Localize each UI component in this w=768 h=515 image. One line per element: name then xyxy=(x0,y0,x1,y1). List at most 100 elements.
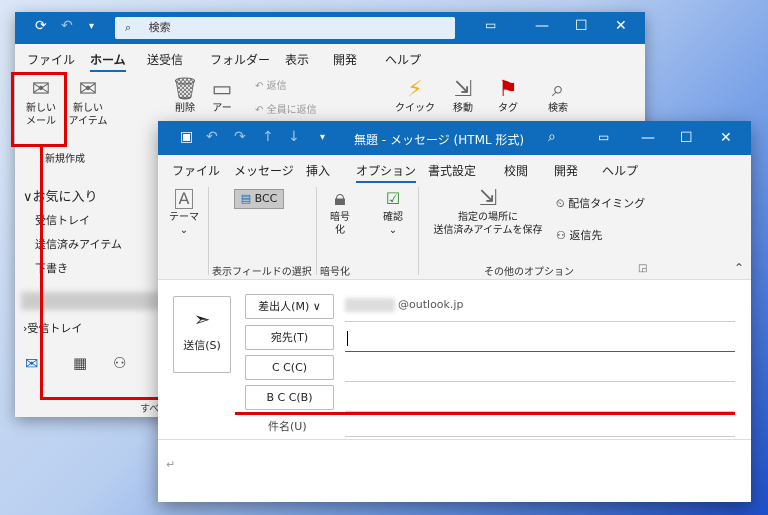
reply-to-label: 返信先 xyxy=(569,229,603,242)
send-label: 送信(S) xyxy=(183,339,221,352)
undo-icon[interactable]: ↶ xyxy=(61,18,73,34)
tab-send-receive[interactable]: 送受信 xyxy=(147,51,183,68)
tab-options[interactable]: オプション xyxy=(356,162,417,183)
bcc-button[interactable]: B C C(B) xyxy=(245,385,334,410)
tags-button[interactable]: ⚑ タグ xyxy=(493,78,523,115)
theme-button[interactable]: A テーマ ⌄ xyxy=(166,187,202,237)
save-icon[interactable]: ▣ xyxy=(180,129,193,145)
from-label: 差出人(M) xyxy=(258,300,310,313)
tab-home[interactable]: ホーム xyxy=(90,51,126,72)
group-show-fields-label: 表示フィールドの選択 xyxy=(212,267,312,278)
compose-title: 無題 - メッセージ (HTML 形式) xyxy=(354,133,525,147)
tab-help[interactable]: ヘルプ xyxy=(385,51,421,68)
subject-input[interactable] xyxy=(345,436,735,437)
favorites-header[interactable]: ∨お気に入り xyxy=(23,186,98,205)
archive-button[interactable]: ▭ アー xyxy=(207,78,237,115)
reply-to-button[interactable]: ⚇ 返信先 xyxy=(556,227,602,243)
tab-format[interactable]: 書式設定 xyxy=(428,162,476,179)
message-body[interactable]: ↵ xyxy=(158,439,751,502)
find-button[interactable]: ⌕ 検索 xyxy=(543,78,573,115)
theme-icon: A xyxy=(175,189,193,209)
down-icon[interactable]: ↓ xyxy=(288,129,300,145)
qat-menu-icon[interactable]: ▾ xyxy=(320,132,325,143)
to-button[interactable]: 宛先(T) xyxy=(245,325,334,350)
send-button[interactable]: ➣ 送信(S) xyxy=(173,296,231,373)
up-icon[interactable]: ↑ xyxy=(262,129,274,145)
quick-steps-button[interactable]: ⚡ クイック xyxy=(395,78,435,115)
tags-label: タグ xyxy=(498,103,518,114)
bcc-toggle-button[interactable]: ▤ BCC xyxy=(234,189,284,209)
reply-all-label: 全員に返信 xyxy=(266,105,317,116)
close-icon[interactable]: ✕ xyxy=(720,130,732,146)
close-icon[interactable]: ✕ xyxy=(615,18,627,34)
delete-button[interactable]: 🗑 削除 xyxy=(170,78,200,115)
sync-icon[interactable]: ⟳ xyxy=(35,18,47,34)
tab-help[interactable]: ヘルプ xyxy=(602,162,638,179)
reply-all-button[interactable]: ↶ 全員に返信 xyxy=(255,104,317,117)
from-address: @outlook.jp xyxy=(398,298,464,311)
save-sent-icon: ⇲ xyxy=(478,186,498,211)
quick-steps-label: クイック xyxy=(395,103,435,114)
search-icon[interactable]: ⌕ xyxy=(548,129,556,145)
cc-button[interactable]: C C(C) xyxy=(245,355,334,380)
calendar-icon[interactable]: ▦ xyxy=(73,354,87,372)
people-icon[interactable]: ⚇ xyxy=(113,354,126,372)
collapse-ribbon-icon[interactable]: ⌃ xyxy=(734,261,744,275)
save-sent-label: 指定の場所に 送信済みアイテムを保存 xyxy=(433,212,543,236)
chevron-down-icon: ⌄ xyxy=(179,225,189,236)
folder-sent[interactable]: 送信済みアイテム xyxy=(35,236,122,252)
tab-message[interactable]: メッセージ xyxy=(234,162,294,179)
mail-icon[interactable]: ✉ xyxy=(25,354,38,373)
reply-button[interactable]: ↶ 返信 xyxy=(255,80,287,93)
lightning-icon: ⚡ xyxy=(407,77,423,102)
redo-icon[interactable]: ↷ xyxy=(234,129,246,145)
ribbon-display-icon[interactable]: ▭ xyxy=(485,18,496,32)
minimize-icon[interactable]: — xyxy=(535,18,549,34)
new-items-button[interactable]: ✉ 新しい アイテム xyxy=(67,78,109,128)
reply-to-icon: ⚇ xyxy=(556,229,566,242)
search-icon: ⌕ xyxy=(125,21,132,34)
dialog-launcher-icon[interactable]: ◲ xyxy=(638,263,647,274)
delete-label: 削除 xyxy=(175,103,195,114)
qat-menu-icon[interactable]: ▾ xyxy=(89,21,94,32)
tab-develop[interactable]: 開発 xyxy=(554,162,578,179)
maximize-icon[interactable]: ☐ xyxy=(680,130,693,146)
delay-delivery-button[interactable]: ⏲ 配信タイミング xyxy=(556,195,645,211)
bcc-highlight-line xyxy=(235,412,735,415)
search-box[interactable]: ⌕ 検索 xyxy=(115,17,455,39)
search-icon: ⌕ xyxy=(551,77,565,102)
from-button[interactable]: 差出人(M) ∨ xyxy=(245,294,334,319)
tab-insert[interactable]: 挿入 xyxy=(306,162,330,179)
archive-icon: ▭ xyxy=(211,77,233,102)
encrypt-button[interactable]: 🔒︎ 暗号 化 xyxy=(324,187,356,237)
chevron-down-icon: ⌄ xyxy=(388,225,398,236)
tab-folder[interactable]: フォルダー xyxy=(210,51,270,68)
to-input[interactable] xyxy=(345,327,735,352)
status-text: すべて xyxy=(140,404,160,415)
permission-button[interactable]: ☑ 確認 ⌄ xyxy=(376,187,410,237)
save-sent-button[interactable]: ⇲ 指定の場所に 送信済みアイテムを保存 xyxy=(428,187,548,237)
folder-pane: ∨お気に入り 受信トレイ 送信済みアイテム 下書き ›受信トレイ ✉ ▦ ⚇ す… xyxy=(15,170,160,417)
move-label: 移動 xyxy=(453,103,473,114)
tab-view[interactable]: 表示 xyxy=(285,51,309,68)
delay-label: 配信タイミング xyxy=(568,197,646,210)
compose-tabs: ファイル メッセージ 挿入 オプション 書式設定 校閲 開発 ヘルプ xyxy=(158,155,751,183)
tab-file[interactable]: ファイル xyxy=(27,51,75,68)
clock-icon: ⏲ xyxy=(556,197,565,210)
tab-develop[interactable]: 開発 xyxy=(333,51,357,68)
folder-inbox-2[interactable]: ›受信トレイ xyxy=(23,320,82,336)
minimize-icon[interactable]: — xyxy=(641,130,655,146)
move-button[interactable]: ⇲ 移動 xyxy=(445,78,481,115)
ribbon-display-icon[interactable]: ▭ xyxy=(598,130,609,144)
cc-input[interactable] xyxy=(345,381,735,382)
inbox2-label: 受信トレイ xyxy=(27,322,83,335)
undo-icon[interactable]: ↶ xyxy=(206,129,218,145)
tab-file[interactable]: ファイル xyxy=(172,162,220,179)
folder-inbox[interactable]: 受信トレイ xyxy=(35,212,90,228)
compose-ribbon: A テーマ ⌄ ▤ BCC 表示フィールドの選択 🔒︎ 暗号 化 ☑ 確認 ⌄ … xyxy=(158,183,751,280)
tab-review[interactable]: 校閲 xyxy=(504,162,528,179)
maximize-icon[interactable]: ☐ xyxy=(575,18,588,34)
reply-label: 返信 xyxy=(266,81,287,92)
paragraph-mark: ↵ xyxy=(166,458,176,471)
encrypt-label: 暗号 化 xyxy=(330,212,350,236)
